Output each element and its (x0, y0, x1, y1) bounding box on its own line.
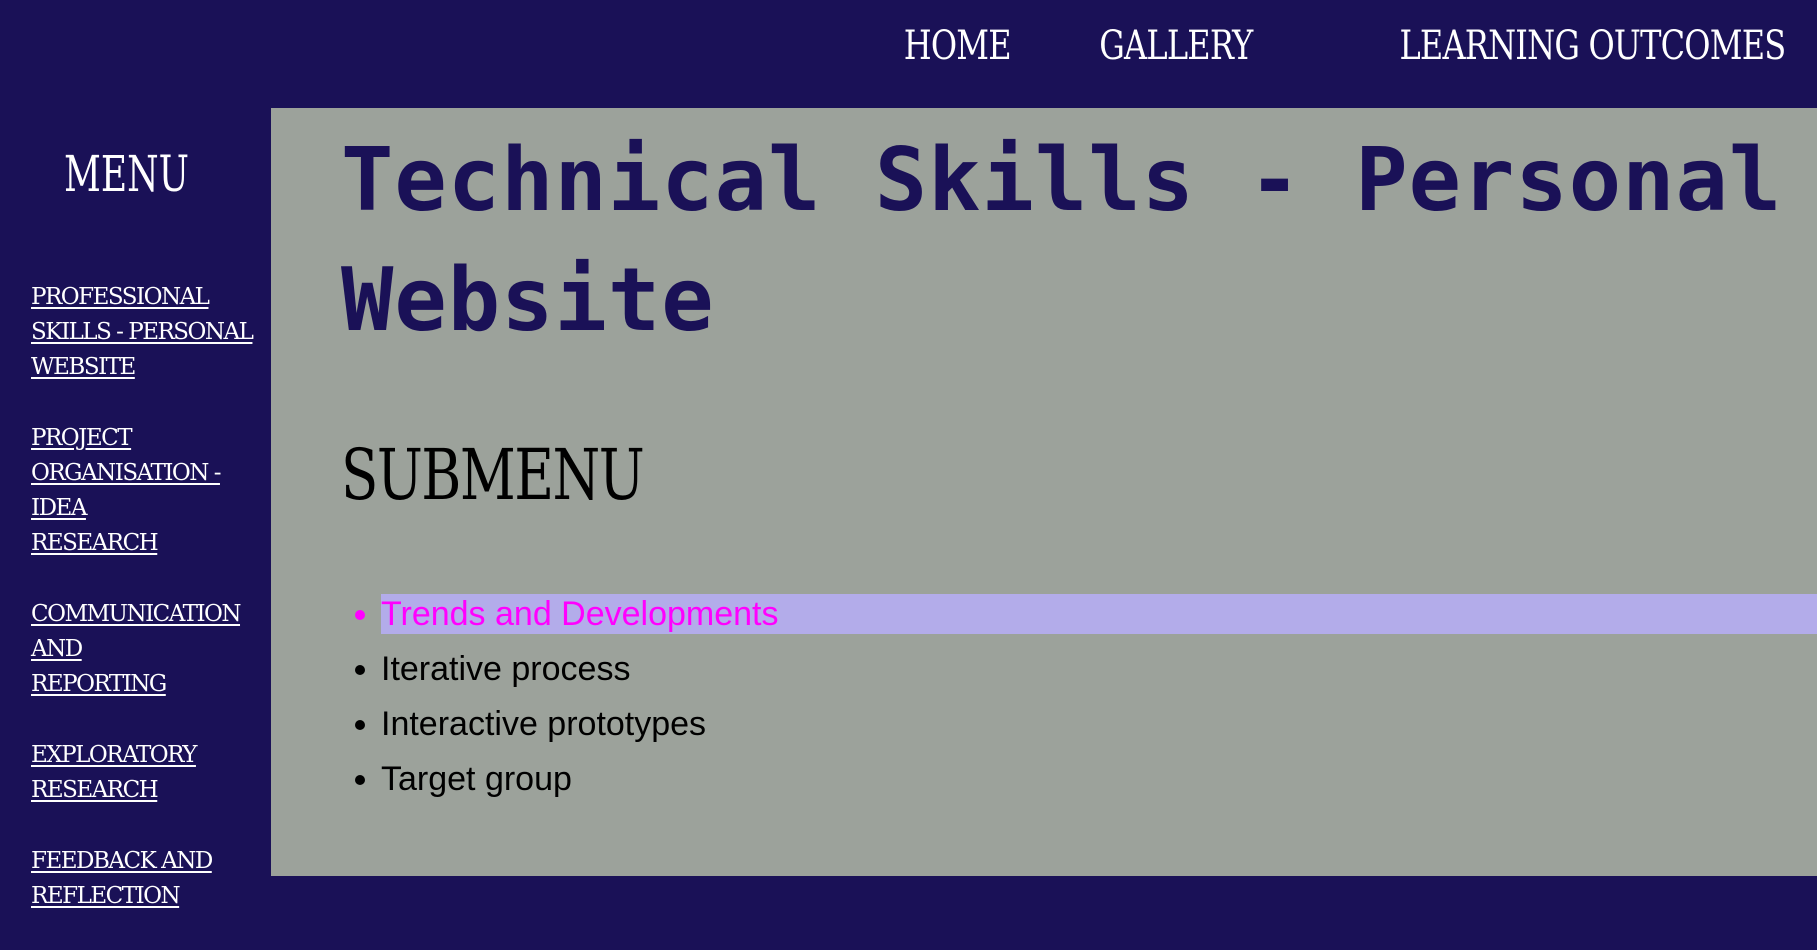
top-navigation: HOME GALLERY LEARNING OUTCOMES (877, 18, 1786, 74)
sidebar-link-exploratory-research[interactable]: EXPLORATORY RESEARCH (31, 738, 267, 808)
sidebar-item: FEEDBACK AND REFLECTION (31, 844, 267, 914)
main-content: Technical Skills - Personal Website SUBM… (271, 108, 1817, 876)
sidebar-link-feedback-reflection[interactable]: FEEDBACK AND REFLECTION (31, 844, 267, 914)
bullet-icon (355, 610, 365, 620)
top-header: HOME GALLERY LEARNING OUTCOMES (0, 0, 1817, 108)
nav-link-learning-outcomes[interactable]: LEARNING OUTCOMES (1399, 18, 1786, 74)
submenu-item-label[interactable]: Trends and Developments (381, 594, 779, 634)
sidebar-link-project-organisation[interactable]: PROJECT ORGANISATION - IDEA RESEARCH (31, 421, 267, 561)
sidebar-link-professional-skills[interactable]: PROFESSIONAL SKILLS - PERSONAL WEBSITE (31, 280, 267, 385)
sidebar: MENU PROFESSIONAL SKILLS - PERSONAL WEBS… (0, 108, 271, 909)
sidebar-link-communication-reporting[interactable]: COMMUNICATION AND REPORTING (31, 597, 267, 702)
bullet-icon (355, 665, 365, 675)
nav-link-gallery[interactable]: GALLERY (1099, 18, 1253, 74)
sidebar-item: COMMUNICATION AND REPORTING (31, 597, 267, 702)
submenu-item-target-group[interactable]: Target group (341, 759, 1817, 799)
submenu-item-label[interactable]: Interactive prototypes (381, 704, 706, 744)
sidebar-item: EXPLORATORY RESEARCH (31, 738, 267, 808)
submenu-item-trends[interactable]: Trends and Developments (341, 594, 1817, 634)
bullet-icon (355, 775, 365, 785)
sidebar-menu: PROFESSIONAL SKILLS - PERSONAL WEBSITE P… (31, 280, 267, 950)
sidebar-item: PROJECT ORGANISATION - IDEA RESEARCH (31, 421, 267, 561)
nav-link-home[interactable]: HOME (904, 18, 1012, 74)
sidebar-item: PROFESSIONAL SKILLS - PERSONAL WEBSITE (31, 280, 267, 385)
page-title: Technical Skills - Personal Website (341, 129, 1783, 351)
submenu-item-label[interactable]: Target group (381, 759, 572, 799)
submenu-item-prototypes[interactable]: Interactive prototypes (341, 704, 1817, 744)
submenu-item-label[interactable]: Iterative process (381, 649, 630, 689)
submenu-list: Trends and Developments Iterative proces… (341, 594, 1817, 814)
sidebar-title: MENU (64, 145, 189, 203)
submenu-heading: SUBMENU (341, 434, 645, 516)
bullet-icon (355, 720, 365, 730)
submenu-item-iterative[interactable]: Iterative process (341, 649, 1817, 689)
